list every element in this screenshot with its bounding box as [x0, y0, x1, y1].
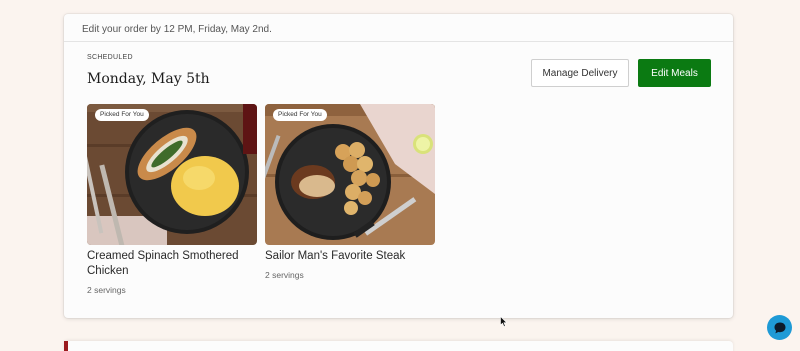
meal-photo[interactable]: Picked For You [265, 104, 435, 245]
status-label: SCHEDULED [87, 54, 133, 61]
meal-title[interactable]: Sailor Man's Favorite Steak [265, 249, 435, 264]
meal-photo[interactable]: Picked For You [87, 104, 257, 245]
meal-servings: 2 servings [87, 285, 126, 295]
picked-badge: Picked For You [273, 109, 327, 121]
order-card: Edit your order by 12 PM, Friday, May 2n… [64, 14, 733, 318]
edit-deadline-notice: Edit your order by 12 PM, Friday, May 2n… [64, 14, 733, 42]
next-order-card [64, 341, 733, 351]
mouse-cursor-icon [500, 315, 508, 333]
meal-card[interactable]: Picked For You Creamed Spinach Smothered… [87, 104, 257, 295]
meal-card[interactable]: Picked For You Sailor Man's Favorite Ste… [265, 104, 435, 280]
delivery-date: Monday, May 5th [87, 71, 210, 87]
chat-bubble-icon[interactable] [767, 315, 792, 340]
brand-accent-bar [64, 341, 68, 351]
manage-delivery-button[interactable]: Manage Delivery [531, 59, 629, 87]
picked-badge: Picked For You [95, 109, 149, 121]
edit-meals-button[interactable]: Edit Meals [638, 59, 711, 87]
meal-title[interactable]: Creamed Spinach Smothered Chicken [87, 249, 257, 279]
meal-servings: 2 servings [265, 270, 304, 280]
